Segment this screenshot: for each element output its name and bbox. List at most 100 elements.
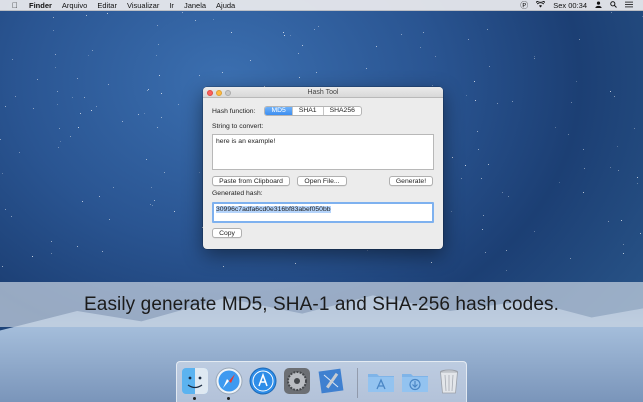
menu-item-ir[interactable]: Ir [169, 1, 174, 10]
star [294, 263, 296, 265]
star [58, 147, 60, 149]
generated-hash-field[interactable]: 30996c7adfa6cd0e316bf83abef050bb [212, 202, 434, 223]
star [156, 127, 158, 129]
star [92, 50, 94, 52]
star [376, 46, 378, 48]
user-icon[interactable] [595, 0, 602, 11]
clock[interactable]: Sex 00:34 [553, 0, 587, 11]
star [18, 151, 20, 153]
star [51, 252, 53, 254]
star [618, 170, 620, 172]
star [5, 208, 7, 210]
star [87, 54, 89, 56]
banner-text: Easily generate MD5, SHA-1 and SHA-256 h… [84, 293, 559, 315]
star [11, 59, 13, 61]
star [475, 99, 477, 101]
search-icon[interactable] [610, 0, 617, 11]
notification-center-icon[interactable] [625, 0, 633, 11]
star [616, 145, 618, 147]
zoom-window-button[interactable] [225, 89, 231, 96]
star [534, 55, 536, 57]
menu-item-janela[interactable]: Janela [184, 1, 206, 10]
promo-banner: Easily generate MD5, SHA-1 and SHA-256 h… [0, 282, 643, 327]
apple-icon[interactable]:  [9, 1, 21, 10]
star [450, 211, 452, 213]
star [147, 90, 149, 92]
open-file-button[interactable]: Open File... [297, 176, 347, 186]
dock-finder-icon[interactable] [181, 367, 209, 400]
dock-trash-icon[interactable] [435, 367, 463, 395]
hash-option-sha1[interactable]: SHA1 [291, 107, 323, 115]
star [77, 245, 79, 247]
star [431, 261, 433, 263]
star [283, 35, 285, 37]
star [149, 204, 151, 206]
star [107, 12, 109, 14]
star [461, 178, 462, 180]
star [506, 269, 508, 271]
title-bar[interactable]: Hash Tool [203, 87, 443, 98]
hash-tool-status-icon[interactable]: Ⓟ [520, 0, 528, 11]
hash-option-md5[interactable]: MD5 [265, 107, 292, 115]
star [297, 52, 299, 54]
star [289, 35, 291, 37]
star [582, 191, 584, 193]
star [435, 55, 437, 57]
dock-downloads-folder-icon[interactable] [401, 367, 429, 395]
star [576, 80, 578, 82]
dock-safari-icon[interactable] [215, 367, 243, 400]
star [138, 114, 140, 116]
star [486, 29, 488, 31]
star [582, 149, 584, 151]
star [102, 251, 104, 253]
star [316, 71, 318, 73]
star [614, 96, 616, 98]
star [465, 164, 467, 166]
star [298, 77, 300, 79]
star [480, 178, 482, 180]
dock-applications-folder-icon[interactable] [367, 367, 395, 395]
dock-app-store-icon[interactable] [249, 367, 277, 395]
star [2, 266, 4, 268]
paste-from-clipboard-button[interactable]: Paste from Clipboard [212, 176, 290, 186]
menu-item-ajuda[interactable]: Ajuda [216, 1, 235, 10]
star [313, 28, 315, 30]
generate-button[interactable]: Generate! [389, 176, 433, 186]
star [608, 220, 610, 222]
copy-button[interactable]: Copy [212, 228, 242, 238]
star [482, 229, 484, 231]
star [610, 166, 612, 168]
star [636, 183, 638, 185]
star [77, 127, 79, 129]
star [112, 187, 114, 189]
close-window-button[interactable] [207, 89, 213, 96]
wifi-icon[interactable] [535, 0, 546, 11]
dock-xcode-icon[interactable] [317, 367, 345, 395]
star [161, 116, 163, 118]
star [468, 38, 470, 40]
menu-bar:  Finder Arquivo Editar Visualizar Ir Ja… [0, 0, 643, 11]
string-input[interactable]: here is an example! [212, 134, 434, 170]
star [508, 196, 510, 198]
star [164, 171, 166, 173]
hash-option-sha256[interactable]: SHA256 [322, 107, 361, 115]
star [70, 136, 72, 138]
hash-function-segmented-control: MD5 SHA1 SHA256 [264, 106, 362, 116]
dock-system-preferences-icon[interactable] [283, 367, 311, 395]
star [83, 96, 85, 98]
hash-value-selected: 30996c7adfa6cd0e316bf83abef050bb [216, 206, 331, 213]
star [452, 157, 454, 159]
menu-item-editar[interactable]: Editar [97, 1, 117, 10]
string-to-convert-label: String to convert: [212, 123, 264, 130]
star [283, 31, 285, 33]
star [2, 173, 4, 175]
minimize-window-button[interactable] [216, 89, 222, 96]
menu-item-visualizar[interactable]: Visualizar [127, 1, 159, 10]
star [159, 74, 161, 76]
hash-tool-window: Hash Tool Hash function: MD5 SHA1 SHA256… [203, 87, 443, 249]
star [558, 182, 560, 184]
star [195, 19, 197, 21]
menu-item-arquivo[interactable]: Arquivo [62, 1, 87, 10]
star [33, 107, 35, 109]
menu-app-name[interactable]: Finder [29, 1, 52, 10]
